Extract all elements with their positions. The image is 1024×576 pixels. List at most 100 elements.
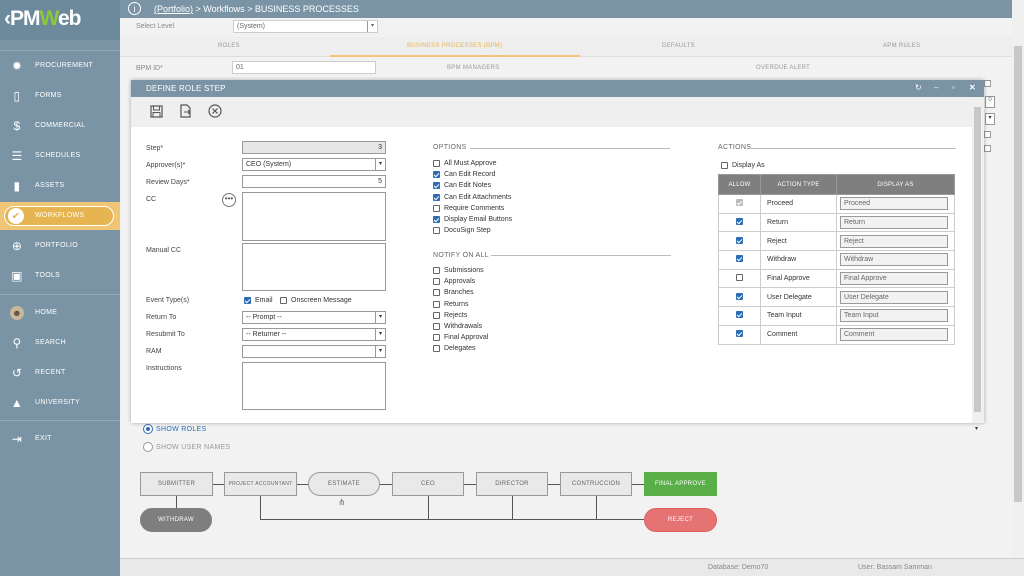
show-roles-radio[interactable]: SHOW ROLES (143, 424, 206, 434)
display-as-field[interactable]: Final Approve (840, 272, 948, 286)
option-checkbox[interactable]: Display Email Buttons (433, 216, 512, 223)
flow-node-estimate[interactable]: ESTIMATE (308, 472, 380, 496)
notify-checkbox[interactable]: Delegates (433, 345, 476, 353)
allow-cell[interactable] (718, 306, 761, 326)
notify-checkbox[interactable]: Approvals (433, 278, 475, 286)
page-scrollbar[interactable] (1012, 0, 1024, 558)
allow-cell[interactable] (718, 194, 761, 214)
table-row: Final Approve Final Approve (718, 268, 955, 289)
more-options-icon[interactable]: ••• (222, 193, 236, 207)
option-checkbox[interactable]: Can Edit Attachments (433, 193, 511, 201)
display-as-checkbox[interactable]: Display As (721, 162, 765, 169)
bpm-id-field[interactable]: 01 (232, 61, 376, 74)
option-checkbox[interactable]: DocuSign Step (433, 227, 491, 235)
sidebar-item-tools[interactable]: ▣ TOOLS (0, 262, 120, 290)
flow-node-reject[interactable]: REJECT (644, 508, 717, 532)
display-as-field[interactable]: Proceed (840, 197, 948, 211)
display-as-field[interactable]: Reject (840, 234, 948, 248)
event-types-label: Event Type(s) (146, 297, 190, 304)
show-user-names-radio[interactable]: SHOW USER NAMES (143, 442, 231, 452)
email-checkbox[interactable]: Email (244, 297, 273, 304)
allow-cell[interactable] (718, 231, 761, 252)
refresh-icon[interactable]: ↻ (915, 83, 922, 92)
select-level-dropdown[interactable]: (System) ▾ (233, 20, 378, 33)
info-icon[interactable]: i (128, 2, 141, 15)
resubmit-to-dropdown[interactable]: -- Returner -- ▾ (242, 328, 386, 341)
chevron-down-icon: ▾ (367, 21, 377, 32)
sidebar-item-assets[interactable]: ▮ ASSETS (0, 172, 120, 200)
save-icon[interactable] (149, 104, 163, 118)
review-days-field[interactable]: 5 (242, 175, 386, 188)
maximize-icon[interactable]: ▫ (952, 83, 955, 92)
org-chart-icon[interactable]: ⋔ (338, 497, 346, 508)
save-and-close-icon[interactable] (178, 104, 192, 118)
tab-defaults[interactable]: DEFAULTS (662, 43, 695, 49)
ram-dropdown[interactable]: ▾ (242, 345, 386, 358)
notify-checkbox[interactable]: Rejects (433, 311, 467, 319)
sidebar-item-university[interactable]: ▲ UNIVERSITY (0, 389, 120, 417)
dialog-scrollbar[interactable]: ▾ (972, 97, 984, 432)
tab-apm-rules[interactable]: APM RULES (883, 43, 920, 49)
display-as-field[interactable]: Withdraw (840, 253, 948, 267)
flow-node-submitter[interactable]: SUBMITTER (140, 472, 213, 496)
sidebar-item-search[interactable]: ⚲ SEARCH (0, 329, 120, 357)
notify-checkbox[interactable]: Final Approval (433, 334, 488, 342)
allow-cell[interactable] (718, 287, 761, 308)
tab-roles[interactable]: ROLES (218, 43, 240, 49)
sidebar-item-schedules[interactable]: ☰ SCHEDULES (0, 142, 120, 170)
sidebar-item-forms[interactable]: ▯ FORMS (0, 82, 120, 110)
option-checkbox[interactable]: Require Comments (433, 204, 504, 212)
manual-cc-field[interactable] (242, 243, 386, 291)
phone-device-icon: ▮ (13, 179, 21, 193)
allow-column-header: ALLOW (718, 174, 761, 195)
tab-business-processes[interactable]: BUSINESS PROCESSES (BPM) (407, 43, 502, 49)
sidebar-item-commercial[interactable]: $ COMMERCIAL (0, 112, 120, 140)
sidebar-item-procurement[interactable]: ✹ PROCUREMENT (0, 52, 120, 80)
onscreen-message-checkbox[interactable]: Onscreen Message (280, 297, 352, 304)
background-side-field[interactable]: 0 (985, 96, 995, 108)
status-database: Database: Demo70 (708, 564, 769, 571)
display-as-cell: Proceed (836, 194, 955, 214)
cancel-icon[interactable] (208, 104, 222, 118)
pmweb-logo[interactable]: ‹PMWeb (0, 0, 120, 40)
allow-cell[interactable] (718, 324, 761, 345)
notify-on-all-heading: NOTIFY ON ALL (433, 252, 489, 259)
notify-checkbox[interactable]: Submissions (433, 267, 484, 274)
notify-checkbox[interactable]: Withdrawals (433, 323, 482, 330)
flow-node-withdraw[interactable]: WITHDRAW (140, 508, 212, 532)
allow-cell[interactable] (718, 212, 761, 233)
display-as-field[interactable]: User Delegate (840, 290, 948, 304)
notify-checkbox[interactable]: Returns (433, 300, 469, 308)
minimize-icon[interactable]: – (934, 83, 938, 92)
allow-cell[interactable] (718, 268, 761, 289)
background-checkbox[interactable] (984, 145, 991, 152)
sidebar-item-exit[interactable]: ⇥ EXIT (0, 425, 120, 453)
background-checkbox[interactable] (984, 131, 991, 138)
display-as-field[interactable]: Return (840, 216, 948, 230)
option-checkbox[interactable]: Can Edit Notes (433, 182, 491, 190)
close-icon[interactable]: ✕ (969, 83, 976, 92)
notify-checkbox[interactable]: Branches (433, 289, 474, 297)
option-checkbox[interactable]: All Must Approve (433, 160, 497, 167)
sidebar-item-workflows[interactable]: ✔ WORKFLOWS (0, 202, 120, 230)
instructions-field[interactable] (242, 362, 386, 410)
approvers-dropdown[interactable]: CEO (System) ▾ (242, 158, 386, 171)
background-side-dropdown[interactable]: ▾ (985, 113, 995, 125)
sidebar-item-recent[interactable]: ↺ RECENT (0, 359, 120, 387)
flow-node-final-approve[interactable]: FINAL APPROVE (644, 472, 717, 496)
display-as-field[interactable]: Comment (840, 328, 948, 342)
breadcrumb-portfolio-link[interactable]: (Portfolio) (154, 4, 193, 14)
background-checkbox[interactable] (984, 80, 991, 87)
cc-field[interactable] (242, 192, 386, 241)
option-checkbox[interactable]: Can Edit Record (433, 171, 495, 179)
flow-node-project-accountant[interactable]: PROJECT ACCOUNTANT (224, 472, 297, 496)
allow-cell[interactable] (718, 250, 761, 270)
flow-node-contruccion[interactable]: CONTRUCCION (560, 472, 632, 496)
sidebar-item-home[interactable]: ☻ HOME (0, 299, 120, 327)
sidebar-item-portfolio[interactable]: ⊕ PORTFOLIO (0, 232, 120, 260)
table-row: Comment Comment (718, 324, 955, 345)
flow-node-ceo[interactable]: CEO (392, 472, 464, 496)
flow-node-director[interactable]: DIRECTOR (476, 472, 548, 496)
display-as-field[interactable]: Team Input (840, 309, 948, 323)
return-to-dropdown[interactable]: -- Prompt -- ▾ (242, 311, 386, 324)
